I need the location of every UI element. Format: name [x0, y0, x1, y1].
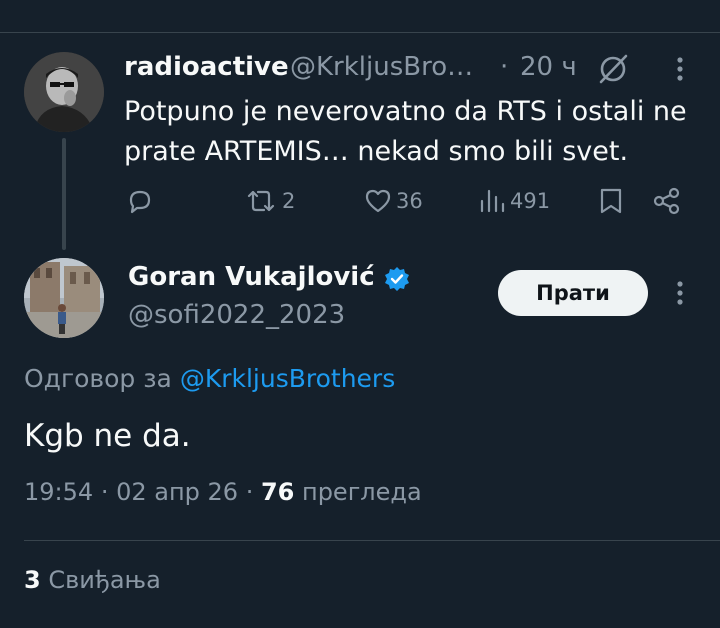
bookmark-button[interactable] — [598, 186, 624, 216]
tweet-views-count: 76 — [260, 478, 295, 506]
chevron-icon — [130, 0, 170, 6]
like-icon — [365, 189, 391, 213]
avatar-image — [24, 52, 104, 132]
meta-separator: · — [245, 478, 261, 506]
avatar-radioactive[interactable] — [24, 52, 104, 132]
parent-separator: · — [500, 52, 509, 82]
grok-icon[interactable] — [596, 52, 630, 86]
bookmark-icon — [600, 188, 622, 214]
parent-timestamp[interactable]: 20 ч — [520, 52, 577, 82]
reply-to-handle-link[interactable]: @KrkljusBrothers — [180, 364, 395, 393]
like-button[interactable]: 36 — [364, 186, 423, 216]
views-icon — [480, 189, 505, 213]
stats-divider — [24, 540, 720, 541]
more-icon[interactable] — [668, 278, 692, 308]
likes-count: 3 — [24, 566, 41, 594]
more-icon[interactable] — [668, 54, 692, 84]
reply-icon — [129, 190, 151, 214]
reply-to-prefix: Одговор за — [24, 364, 180, 393]
share-icon — [653, 187, 680, 215]
thread-connector-line — [62, 138, 66, 250]
verified-badge-icon — [385, 267, 409, 291]
retweet-count: 2 — [282, 189, 296, 213]
avatar-goran-vukajlovic[interactable] — [24, 258, 104, 338]
avatar-image — [24, 258, 104, 338]
tweet-views-label: прегледа — [302, 478, 422, 506]
parent-handle[interactable]: @KrkljusBro… — [290, 52, 473, 82]
follow-button[interactable]: Прати — [498, 270, 648, 316]
likes-stat[interactable]: 3 Свиђања — [24, 566, 161, 594]
tweet-meta: 19:54 · 02 апр 26 · 76 прегледа — [24, 478, 422, 506]
likes-label: Свиђања — [48, 566, 161, 594]
retweet-button[interactable]: 2 — [244, 186, 295, 216]
tweet-date[interactable]: 02 апр 26 — [116, 478, 238, 506]
top-divider — [0, 32, 720, 33]
parent-tweet-text: Potpuno je neverovatno da RTS i ostali n… — [124, 96, 687, 167]
share-button[interactable] — [652, 186, 682, 216]
main-handle[interactable]: @sofi2022_2023 — [128, 300, 345, 330]
tweet-time[interactable]: 19:54 — [24, 478, 93, 506]
retweet-icon — [247, 190, 275, 212]
main-display-name[interactable]: Goran Vukajlović — [128, 262, 375, 292]
reply-to-line: Одговор за @KrkljusBrothers — [24, 364, 395, 393]
views-button[interactable]: 491 — [478, 186, 550, 216]
tweet-thread-page: radioactive @KrkljusBro… · 20 ч Potpuno … — [0, 0, 720, 628]
parent-display-name[interactable]: radioactive — [124, 52, 289, 82]
main-tweet-text: Kgb ne da. — [24, 418, 191, 454]
reply-button[interactable] — [126, 186, 154, 216]
meta-separator: · — [100, 478, 117, 506]
views-count: 491 — [510, 189, 551, 213]
like-count: 36 — [396, 189, 423, 213]
